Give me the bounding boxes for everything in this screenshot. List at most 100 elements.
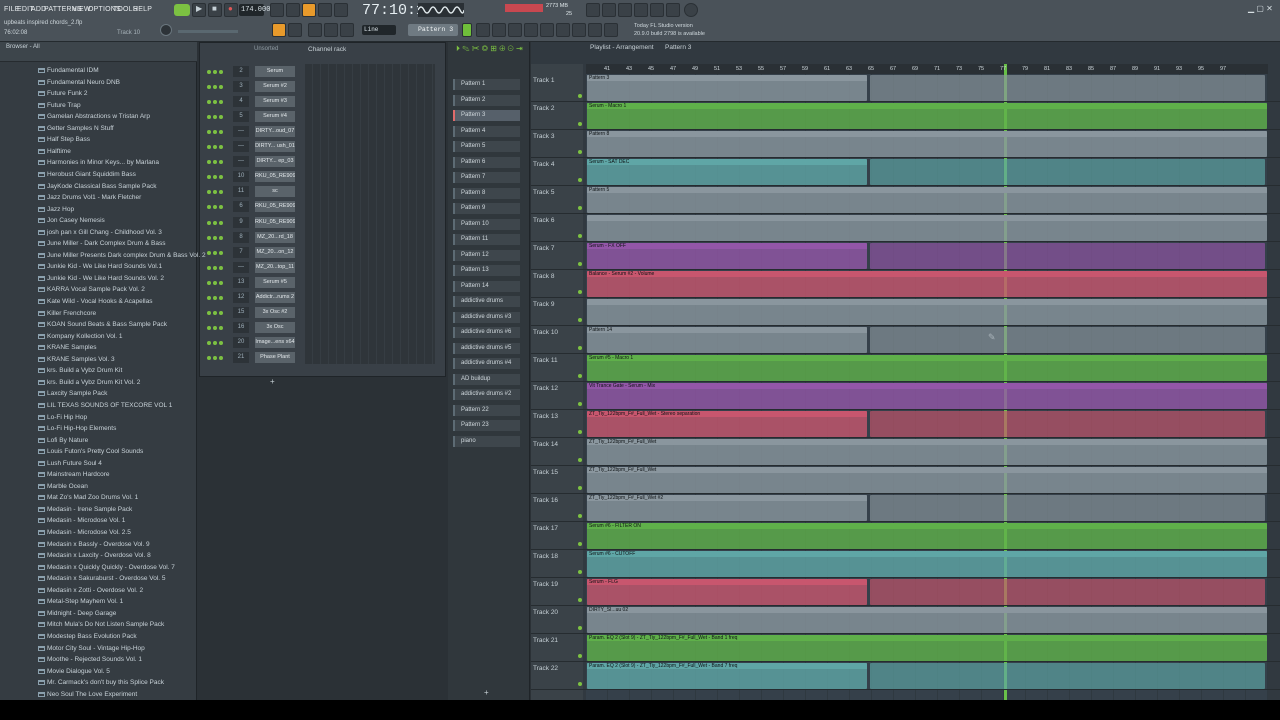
pattern-item[interactable]: Pattern 23 (453, 420, 520, 431)
chat-icon[interactable] (684, 3, 698, 17)
blend-button[interactable] (334, 3, 348, 17)
channel-row[interactable]: 16 3x Osc (203, 321, 435, 335)
channel-mixer-track[interactable]: 2 (233, 66, 249, 77)
channel-led-group[interactable] (207, 340, 229, 345)
channel-mixer-track[interactable]: 5 (233, 111, 249, 123)
playlist-toolbar-icons[interactable]: ⏵ ✎ ✂ ◎ ⊞ ⊕ ⊝ ⇥ (456, 44, 523, 54)
track-name[interactable]: Track 8 (533, 273, 554, 280)
playlist-icon[interactable] (650, 3, 664, 17)
tb-icon-3[interactable] (508, 23, 522, 37)
pattern-song-switch[interactable] (174, 4, 190, 16)
channel-name-button[interactable]: Phase Plant (255, 351, 295, 363)
playlist-clip[interactable]: Serum - Macro 1 (587, 103, 1267, 129)
play-button[interactable]: ▶ (192, 3, 206, 17)
channel-name-button[interactable]: RKU_05_RE909 (255, 201, 295, 213)
tb-icon-4[interactable] (524, 23, 538, 37)
browser-item[interactable]: Kate Wild - Vocal Hooks & Acapellas (47, 298, 153, 305)
track-mute-led[interactable] (578, 178, 582, 182)
browser-item[interactable]: Future Funk 2 (47, 90, 87, 97)
track-mute-led[interactable] (578, 122, 582, 126)
channel-name-button[interactable]: Serum #2 (255, 81, 295, 93)
browser-item[interactable]: Neo Soul The Love Experiment (47, 691, 137, 698)
track-mute-led[interactable] (578, 94, 582, 98)
pattern-item[interactable]: Pattern 4 (453, 125, 520, 137)
channel-mixer-track[interactable]: 13 (233, 276, 249, 288)
track-mute-led[interactable] (578, 150, 582, 154)
browser-item[interactable]: Mr. Carmack's don't buy this Splice Pack (47, 679, 164, 686)
playlist-clip[interactable] (870, 243, 1265, 269)
channel-led-group[interactable] (207, 99, 229, 105)
channel-led-group[interactable] (207, 235, 229, 240)
track-mute-led[interactable] (578, 542, 582, 546)
plugin-icon[interactable] (618, 3, 632, 17)
browser-item[interactable]: Medasin x Zotti - Overdose Vol. 2 (47, 587, 143, 594)
add-channel-button[interactable]: + (270, 377, 275, 386)
playlist-clip[interactable]: Balance - Serum #2 - Volume (587, 271, 1267, 297)
note-icon[interactable] (340, 23, 354, 37)
browser-item[interactable]: June Miller - Dark Complex Drum & Bass (47, 240, 165, 247)
channel-led-group[interactable] (207, 129, 229, 135)
channel-name-button[interactable]: Serum #3 (255, 96, 295, 108)
browser-item[interactable]: krs. Build a Vybz Drum Kit (47, 367, 122, 374)
track-mute-led[interactable] (578, 486, 582, 490)
browser-item[interactable]: Laxcity Sample Pack (47, 390, 107, 397)
channel-name-button[interactable]: RKU_05_RE909 (255, 216, 295, 228)
pattern-item[interactable]: piano (453, 435, 520, 447)
channel-name-button[interactable]: MZ_20...top_11 (255, 261, 295, 273)
channel-row[interactable]: 21 Phase Plant (203, 351, 435, 365)
track-name[interactable]: Track 14 (533, 441, 558, 448)
playlist-clip[interactable]: Param. EQ 2 (Slot 9) - ZT_Tiy_122bpm_F#_… (587, 635, 1267, 661)
browser-item[interactable]: Lo-Fi Hip-Hop Elements (47, 425, 116, 432)
channel-row[interactable]: 7 MZ_20...on_12 (203, 246, 435, 260)
track-name[interactable]: Track 13 (533, 413, 558, 420)
master-pitch-slider[interactable] (178, 30, 238, 33)
channel-name-button[interactable]: sc (255, 186, 295, 198)
channel-name-button[interactable]: 3x Osc #2 (255, 306, 295, 318)
tb-icon-2[interactable] (492, 23, 506, 37)
channel-row[interactable]: 3 Serum #2 (203, 81, 435, 94)
browser-item[interactable]: Moothe - Rejected Sounds Vol. 1 (47, 656, 142, 663)
browser-item[interactable]: Jazz Hop (47, 206, 74, 213)
channel-name-button[interactable]: Serum #5 (255, 276, 295, 288)
channel-name-button[interactable]: 3x Osc (255, 321, 295, 333)
channel-filter[interactable]: Unsorted (254, 46, 278, 52)
track-name[interactable]: Track 2 (533, 105, 554, 112)
add-pattern-button[interactable] (462, 23, 472, 37)
track-name[interactable]: Track 15 (533, 469, 558, 476)
browser-item[interactable]: Mainstream Hardcore (47, 471, 110, 478)
pattern-item[interactable]: Pattern 22 (453, 404, 520, 416)
playlist-clip[interactable]: Serum - SAT DEC (587, 159, 867, 185)
channel-led-group[interactable] (207, 295, 229, 300)
channel-row[interactable]: 8 MZ_20...rd_18 (203, 231, 435, 245)
channel-name-button[interactable]: MZ_20...on_12 (255, 246, 295, 258)
track-name[interactable]: Track 5 (533, 189, 554, 196)
browser-item[interactable]: Lo-Fi Hip Hop (47, 414, 87, 421)
browser-item[interactable]: Harmonies in Minor Keys... by Marlana (47, 159, 159, 166)
track-mute-led[interactable] (578, 318, 582, 322)
channel-led-group[interactable] (207, 114, 229, 120)
browser-item[interactable]: Kompany Kollection Vol. 1 (47, 333, 123, 340)
track-mute-led[interactable] (578, 458, 582, 462)
playlist-clip[interactable]: Pattern 14 (587, 327, 867, 353)
track-mute-led[interactable] (578, 682, 582, 686)
playlist-clip[interactable] (870, 411, 1265, 437)
channel-row[interactable]: — DIRTY...oud_07 (203, 126, 435, 139)
channel-name-button[interactable]: Serum (255, 66, 295, 77)
playlist-clip[interactable] (870, 75, 1265, 101)
channel-mixer-track[interactable]: 4 (233, 96, 249, 108)
channel-mixer-track[interactable]: 11 (233, 186, 249, 198)
tb-icon-8[interactable] (588, 23, 602, 37)
browser-item[interactable]: Killer Frenchcore (47, 310, 96, 317)
channel-name-button[interactable]: RKU_05_RE909 (255, 171, 295, 183)
track-name[interactable]: Track 12 (533, 385, 558, 392)
channel-led-group[interactable] (207, 265, 229, 270)
channel-led-group[interactable] (207, 355, 229, 360)
playlist-clip[interactable]: ZT_Tiy_122bpm_F#_Full_Wet - Stereo separ… (587, 411, 867, 437)
playlist-clip[interactable]: Param. EQ 2 (Slot 9) - ZT_Tiy_122bpm_F#_… (587, 663, 867, 689)
browser-item[interactable]: Medasin x Sakuraburst - Overdose Vol. 5 (47, 575, 166, 582)
pattern-item[interactable]: addictive drums #5 (453, 342, 520, 354)
browser-icon[interactable] (666, 3, 680, 17)
record-button[interactable]: ● (224, 3, 238, 17)
channel-name-button[interactable]: Addictr...rums 2 (255, 291, 295, 303)
browser-item[interactable]: Half Step Bass (47, 136, 90, 143)
